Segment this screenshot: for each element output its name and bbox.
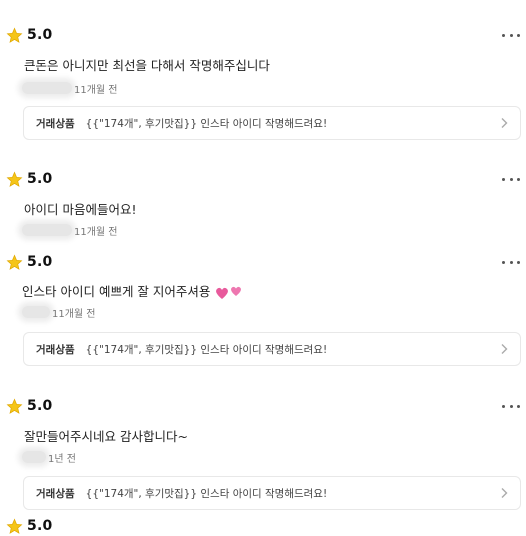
two-hearts-emoji-icon: [216, 286, 242, 299]
item-title: {{"174개", 후기맛집}} 인스타 아이디 작명해드려요!: [85, 343, 328, 356]
review-content: 큰돈은 아니지만 최선을 다해서 작명해주십니다: [24, 58, 270, 73]
rating-score: 5.0: [27, 518, 53, 534]
blurred-username: [22, 306, 50, 318]
star-icon: [6, 518, 23, 534]
item-label: 거래상품: [36, 343, 75, 356]
item-title: {{"174개", 후기맛집}} 인스타 아이디 작명해드려요!: [85, 117, 328, 130]
rating: 5.0: [6, 516, 52, 536]
star-icon: [6, 398, 23, 414]
purchased-item-link[interactable]: 거래상품 {{"174개", 후기맛집}} 인스타 아이디 작명해드려요!: [23, 332, 521, 366]
purchased-item-link[interactable]: 거래상품 {{"174개", 후기맛집}} 인스타 아이디 작명해드려요!: [23, 476, 521, 510]
rating-score: 5.0: [27, 27, 53, 43]
blurred-username: [22, 451, 46, 463]
star-icon: [6, 254, 23, 270]
chevron-right-icon: [501, 488, 508, 498]
more-options-button[interactable]: [502, 396, 520, 416]
rating-score: 5.0: [27, 398, 53, 414]
more-options-button[interactable]: [502, 252, 520, 272]
review-meta: 11개월 전: [22, 222, 118, 238]
chevron-right-icon: [501, 344, 508, 354]
review-meta: 1년 전: [22, 449, 76, 465]
review-content: 잘만들어주시네요 감사합니다~: [24, 429, 188, 444]
review-time: 11개월 전: [74, 84, 118, 96]
more-options-button[interactable]: [502, 25, 520, 45]
item-title: {{"174개", 후기맛집}} 인스타 아이디 작명해드려요!: [85, 487, 328, 500]
item-label: 거래상품: [36, 117, 75, 130]
rating-score: 5.0: [27, 254, 53, 270]
review-time: 11개월 전: [52, 308, 96, 320]
star-icon: [6, 171, 23, 187]
review-content-row: 인스타 아이디 예쁘게 잘 지어주셔용: [22, 281, 246, 302]
more-options-button[interactable]: [502, 169, 520, 189]
review-time: 1년 전: [48, 453, 76, 465]
review-time: 11개월 전: [74, 226, 118, 238]
review-content: 인스타 아이디 예쁘게 잘 지어주셔용: [22, 284, 211, 299]
review-meta: 11개월 전: [22, 304, 96, 320]
purchased-item-link[interactable]: 거래상품 {{"174개", 후기맛집}} 인스타 아이디 작명해드려요!: [23, 106, 521, 140]
rating-score: 5.0: [27, 171, 53, 187]
blurred-username: [22, 224, 72, 236]
blurred-username: [22, 82, 72, 94]
chevron-right-icon: [501, 118, 508, 128]
review-content: 아이디 마음에들어요!: [24, 202, 137, 217]
rating: 5.0: [6, 25, 52, 45]
star-icon: [6, 27, 23, 43]
rating: 5.0: [6, 396, 52, 416]
rating: 5.0: [6, 169, 52, 189]
review-meta: 11개월 전: [22, 80, 118, 96]
item-label: 거래상품: [36, 487, 75, 500]
rating: 5.0: [6, 252, 52, 272]
